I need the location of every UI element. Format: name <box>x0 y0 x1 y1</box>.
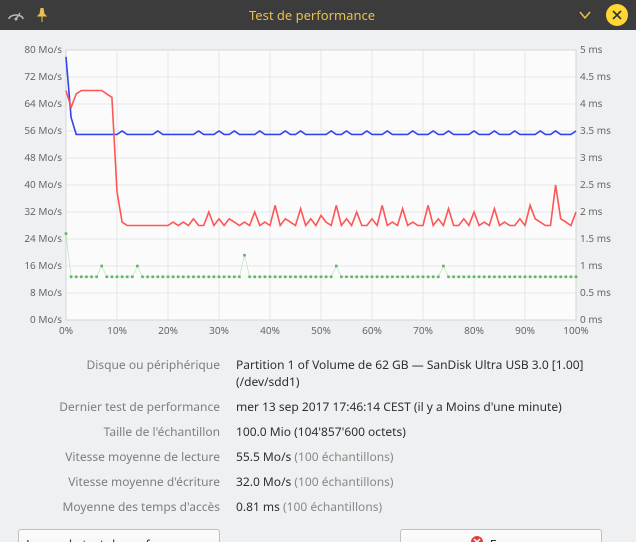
svg-text:70%: 70% <box>413 323 433 337</box>
window-body: 0 Mo/s 8 Mo/s 16 Mo/s 24 Mo/s 32 Mo/s 40 Mo/s… <box>0 30 636 542</box>
access-value-suffix: (100 échantillons) <box>283 498 382 515</box>
svg-text:24 Mo/s: 24 Mo/s <box>24 231 62 245</box>
svg-text:1.5 ms: 1.5 ms <box>580 231 611 245</box>
svg-text:16 Mo/s: 16 Mo/s <box>24 258 62 272</box>
svg-text:2 ms: 2 ms <box>580 204 603 218</box>
minimize-button[interactable] <box>574 4 596 26</box>
launch-test-button[interactable]: Lancer le test de performance… <box>18 529 220 542</box>
read-value-suffix: (100 échantillons) <box>294 448 393 465</box>
app-icon <box>8 7 24 23</box>
close-dialog-label: Fermer <box>490 536 533 542</box>
svg-text:72 Mo/s: 72 Mo/s <box>24 69 62 83</box>
svg-text:30%: 30% <box>209 323 229 337</box>
svg-text:100%: 100% <box>563 323 588 337</box>
svg-text:90%: 90% <box>515 323 535 337</box>
svg-text:2.5 ms: 2.5 ms <box>580 177 611 191</box>
svg-text:8 Mo/s: 8 Mo/s <box>30 285 62 299</box>
lasttest-value: mer 13 sep 2017 17:46:14 CEST (il y a Mo… <box>236 398 616 415</box>
svg-text:4.5 ms: 4.5 ms <box>580 69 611 83</box>
svg-text:1 ms: 1 ms <box>580 258 603 272</box>
svg-text:48 Mo/s: 48 Mo/s <box>24 150 62 164</box>
sample-value: 100.0 Mio (104'857'600 octets) <box>236 423 616 440</box>
info-table: Disque ou périphérique Partition 1 of Vo… <box>20 356 616 515</box>
svg-text:3.5 ms: 3.5 ms <box>580 123 611 137</box>
svg-text:40%: 40% <box>260 323 280 337</box>
svg-text:80 Mo/s: 80 Mo/s <box>24 44 62 56</box>
svg-text:4 ms: 4 ms <box>580 96 603 110</box>
svg-text:32 Mo/s: 32 Mo/s <box>24 204 62 218</box>
device-value: Partition 1 of Volume de 62 GB — SanDisk… <box>236 356 616 390</box>
benchmark-chart: 0 Mo/s 8 Mo/s 16 Mo/s 24 Mo/s 32 Mo/s 40 Mo/s… <box>20 44 616 344</box>
svg-text:64 Mo/s: 64 Mo/s <box>24 96 62 110</box>
access-value-main: 0.81 ms <box>236 498 280 515</box>
write-label: Vitesse moyenne d'écriture <box>20 473 220 490</box>
svg-text:0%: 0% <box>59 323 73 337</box>
close-icon <box>470 535 484 542</box>
svg-text:3 ms: 3 ms <box>580 150 603 164</box>
button-row: Lancer le test de performance… Fermer <box>18 529 618 542</box>
device-label: Disque ou périphérique <box>20 356 220 390</box>
svg-text:56 Mo/s: 56 Mo/s <box>24 123 62 137</box>
write-value-main: 32.0 Mo/s <box>236 473 291 490</box>
read-value-main: 55.5 Mo/s <box>236 448 291 465</box>
lasttest-label: Dernier test de performance <box>20 398 220 415</box>
write-value: 32.0 Mo/s (100 échantillons) <box>236 473 616 490</box>
access-value: 0.81 ms (100 échantillons) <box>236 498 616 515</box>
sample-label: Taille de l'échantillon <box>20 423 220 440</box>
svg-text:40 Mo/s: 40 Mo/s <box>24 177 62 191</box>
svg-text:5 ms: 5 ms <box>580 44 603 56</box>
window-titlebar: Test de performance <box>0 0 636 30</box>
pin-icon[interactable] <box>34 7 50 23</box>
svg-text:80%: 80% <box>464 323 484 337</box>
svg-text:60%: 60% <box>362 323 382 337</box>
launch-test-label: Lancer le test de performance… <box>26 536 212 542</box>
read-label: Vitesse moyenne de lecture <box>20 448 220 465</box>
svg-text:10%: 10% <box>107 323 127 337</box>
svg-text:0.5 ms: 0.5 ms <box>580 285 611 299</box>
svg-text:20%: 20% <box>158 323 178 337</box>
svg-text:0 Mo/s: 0 Mo/s <box>30 312 62 326</box>
close-dialog-button[interactable]: Fermer <box>400 529 602 542</box>
window-title: Test de performance <box>60 6 564 24</box>
svg-text:50%: 50% <box>311 323 331 337</box>
write-value-suffix: (100 échantillons) <box>294 473 393 490</box>
read-value: 55.5 Mo/s (100 échantillons) <box>236 448 616 465</box>
access-label: Moyenne des temps d'accès <box>20 498 220 515</box>
close-button[interactable] <box>606 4 628 26</box>
